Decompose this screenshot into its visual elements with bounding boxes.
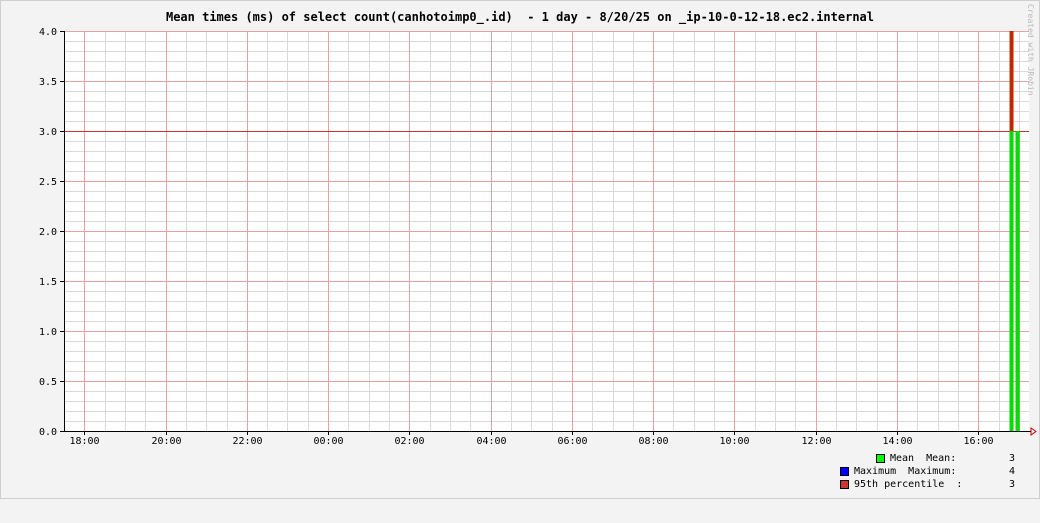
x-tick-label: 06:00	[557, 436, 587, 447]
y-tick-label: 4.0	[39, 27, 57, 38]
y-tick-label: 1.0	[39, 327, 57, 338]
x-tick-label: 10:00	[719, 436, 749, 447]
legend-value-mean: 3	[1009, 453, 1016, 464]
x-tick-label: 22:00	[232, 436, 262, 447]
x-tick-label: 12:00	[801, 436, 831, 447]
x-tick-label: 08:00	[638, 436, 668, 447]
x-tick-label: 04:00	[476, 436, 506, 447]
chart-title: Mean times (ms) of select count(canhotoi…	[165, 10, 874, 24]
y-tick-label: 2.0	[39, 227, 57, 238]
y-tick-label: 3.0	[39, 127, 57, 138]
legend-label-maximum: Maximum Maximum:	[854, 466, 957, 477]
legend-label-mean: Mean Mean:	[890, 453, 957, 464]
x-tick-label: 20:00	[151, 436, 181, 447]
watermark-text: Created with JRobin	[1026, 4, 1035, 96]
legend-item-p95: 95th percentile : 3	[826, 479, 1022, 523]
x-tick-label: 14:00	[882, 436, 912, 447]
legend-swatch-p95	[840, 480, 849, 489]
x-tick-label: 18:00	[69, 436, 99, 447]
x-tick-label: 02:00	[394, 436, 424, 447]
x-axis-arrow	[1030, 427, 1037, 436]
y-tick-label: 3.5	[39, 77, 57, 88]
maximum-spike	[1011, 31, 1014, 131]
mean-bar	[1015, 131, 1020, 431]
mean-bar	[1009, 131, 1014, 431]
chart-canvas: 0.0 0.5 1.0 1.5 2.0 2.5 3.0 3.5 4.0 18:00 20:00 22:…	[0, 0, 1040, 499]
x-tick-label: 16:00	[963, 436, 993, 447]
legend-swatch-maximum	[840, 467, 849, 476]
legend-swatch-mean	[876, 454, 885, 463]
legend-label-p95: 95th percentile :	[854, 479, 963, 490]
legend-value-p95: 3	[1009, 479, 1016, 490]
y-tick-label: 1.5	[39, 277, 57, 288]
legend-value-maximum: 4	[1009, 466, 1016, 477]
y-tick-label: 2.5	[39, 177, 57, 188]
plot-area: 0.0 0.5 1.0 1.5 2.0 2.5 3.0 3.5 4.0 18:00 20:00 22:…	[39, 27, 1037, 447]
y-tick-label: 0.5	[39, 377, 57, 388]
x-tick-label: 00:00	[313, 436, 343, 447]
y-tick-label: 0.0	[39, 427, 57, 438]
